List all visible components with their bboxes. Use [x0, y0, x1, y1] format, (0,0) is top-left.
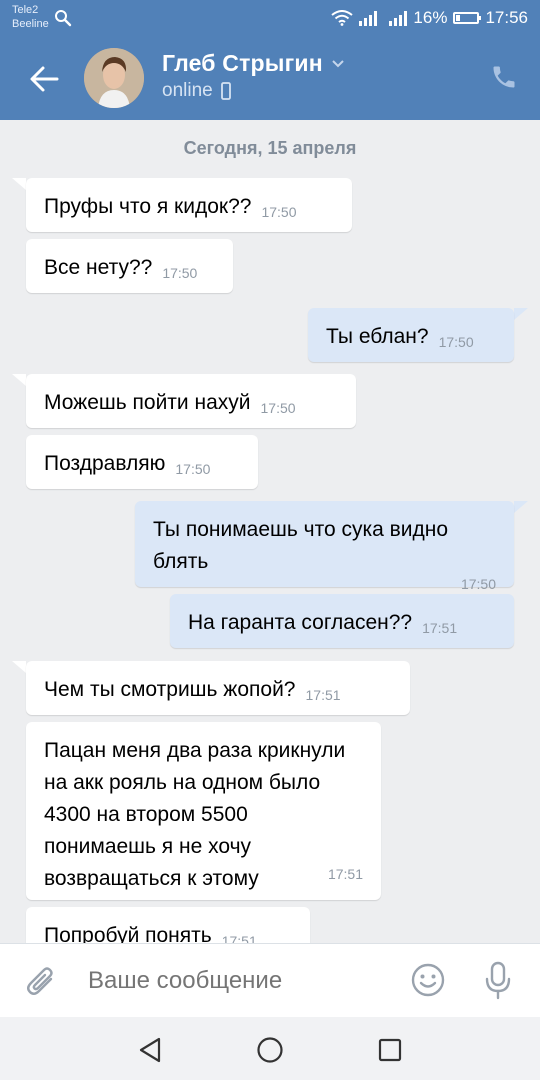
message-incoming[interactable]: Пруфы что я кидок?? 17:50: [26, 178, 352, 232]
message-time: 17:51: [422, 620, 458, 636]
system-nav-bar: [0, 1017, 540, 1080]
message-time: 17:50: [175, 461, 211, 477]
message-text: Чем ты смотришь жопой?: [44, 678, 296, 701]
microphone-icon[interactable]: [482, 960, 514, 1000]
contact-status: online: [162, 80, 231, 102]
battery-percent: 16%: [413, 8, 448, 27]
message-text: Ты еблан?: [326, 325, 429, 348]
status-icons: 16% 17:56: [331, 7, 528, 29]
contact-title[interactable]: Глеб Стрыгин: [162, 50, 345, 77]
status-time: 17:56: [485, 8, 528, 27]
carrier-1: Tele2: [12, 4, 39, 16]
avatar-image: [84, 48, 144, 108]
nav-home-icon[interactable]: [256, 1036, 284, 1064]
message-incoming[interactable]: Можешь пойти нахуй 17:50: [26, 374, 356, 428]
message-outgoing[interactable]: Ты еблан? 17:50: [308, 308, 514, 362]
message-text: Все нету??: [44, 256, 153, 279]
message-text: Поздравляю: [44, 452, 166, 475]
message-time: 17:50: [261, 204, 297, 220]
message-composer: [0, 943, 540, 1017]
bubble-tail: [12, 178, 26, 190]
message-time: 17:50: [460, 576, 496, 592]
message-incoming[interactable]: Пацан меня два раза крикнули на акк роял…: [26, 722, 381, 900]
message-incoming[interactable]: Все нету?? 17:50: [26, 239, 233, 293]
nav-recent-apps-icon[interactable]: [378, 1038, 402, 1062]
arrow-left-icon[interactable]: [28, 62, 62, 96]
nav-back-icon[interactable]: [138, 1037, 162, 1063]
message-text: Попробуй понять: [44, 924, 212, 943]
phone-icon[interactable]: [490, 63, 518, 91]
signal-2-icon: [389, 10, 408, 26]
smiley-icon[interactable]: [410, 962, 446, 998]
carrier-2: Beeline: [12, 18, 49, 30]
bubble-tail: [514, 308, 528, 320]
bubble-tail: [12, 374, 26, 386]
message-text: Ты понимаешь что сука видно блять: [153, 518, 449, 573]
contact-name: Глеб Стрыгин: [162, 50, 323, 76]
message-incoming[interactable]: Попробуй понять 17:51: [26, 907, 310, 943]
message-list[interactable]: Сегодня, 15 апреля Пруфы что я кидок?? 17…: [0, 120, 540, 943]
online-label: online: [162, 80, 213, 101]
message-text: Пруфы что я кидок??: [44, 195, 252, 218]
message-outgoing[interactable]: Ты понимаешь что сука видно блять 17:50: [135, 501, 514, 592]
message-time: 17:50: [260, 400, 296, 416]
message-incoming[interactable]: Чем ты смотришь жопой? 17:51: [26, 661, 410, 715]
status-bar: Tele2 Beeline 16% 17:56: [0, 0, 540, 38]
message-input[interactable]: [86, 966, 390, 996]
chevron-down-icon: [332, 59, 344, 67]
message-time: 17:51: [305, 687, 341, 703]
date-separator: Сегодня, 15 апреля: [183, 138, 357, 158]
message-text: Пацан меня два раза крикнули на акк роял…: [44, 739, 346, 890]
message-outgoing[interactable]: На гаранта согласен?? 17:51: [170, 594, 514, 648]
message-time: 17:50: [438, 334, 474, 350]
message-incoming[interactable]: Поздравляю 17:50: [26, 435, 258, 489]
bubble-tail: [12, 661, 26, 673]
search-icon: [55, 10, 72, 27]
battery-icon: [453, 12, 482, 24]
carrier-labels: Tele2 Beeline: [12, 3, 49, 31]
message-time: 17:51: [327, 866, 363, 882]
bubble-tail: [514, 501, 528, 513]
message-text: Можешь пойти нахуй: [44, 391, 251, 414]
avatar[interactable]: [84, 48, 144, 108]
message-time: 17:51: [221, 933, 257, 943]
message-text: На гаранта согласен??: [188, 611, 413, 634]
mobile-device-icon: [220, 82, 231, 100]
paperclip-icon[interactable]: [24, 962, 58, 1000]
wifi-icon: [331, 10, 354, 26]
signal-1-icon: [359, 10, 378, 26]
message-time: 17:50: [162, 265, 198, 281]
chat-header: Глеб Стрыгин online: [0, 38, 540, 120]
